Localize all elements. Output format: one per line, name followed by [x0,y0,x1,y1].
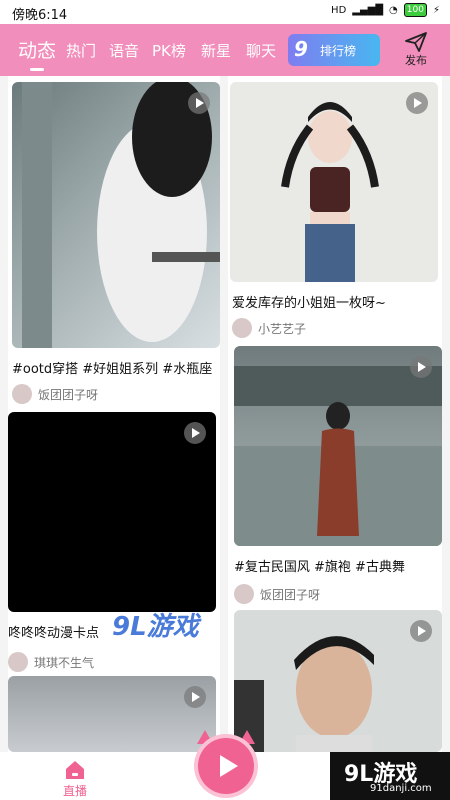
post-photo [22,82,220,348]
start-live-button[interactable] [198,738,254,794]
post-author[interactable]: 小艺艺子 [232,318,306,338]
watermark-corner: 9L游戏 91danji.com [330,752,450,800]
author-name: 饭团团子呀 [38,387,99,402]
watermark-title: 9L游戏 [112,612,199,642]
active-tab-indicator [30,68,44,71]
tab-hot[interactable]: 热门 [66,40,96,61]
post-thumbnail[interactable] [234,610,442,752]
publish-button[interactable]: 发布 [396,32,436,72]
post-caption: 爱发库存的小姐姐一枚呀~ [232,296,386,311]
author-name: 小艺艺子 [258,321,307,336]
watermark-corner-site: 91danji.com [370,783,432,794]
post-author[interactable]: 饭团团子呀 [234,584,320,604]
play-icon [184,422,206,444]
post-thumbnail[interactable] [8,412,216,612]
nav-live[interactable]: 直播 [58,760,92,799]
ranking-badge-label: 排行榜 [320,44,357,58]
tab-new-star[interactable]: 新星 [201,40,231,61]
charging-icon: ⚡ [432,4,440,16]
status-icons: HD ▂▄▆█ ◔ 100 ⚡ [331,3,440,17]
post-card[interactable] [228,606,442,752]
tab-voice[interactable]: 语音 [109,40,139,61]
post-thumbnail[interactable] [12,82,220,348]
network-label: HD [331,4,347,16]
post-thumbnail[interactable] [8,676,216,752]
post-thumbnail[interactable] [234,346,442,546]
avatar [234,584,254,604]
post-card[interactable]: 爱发库存的小姐姐一枚呀~ 小艺艺子 [228,76,442,340]
play-icon [188,92,210,114]
post-caption: #ootd穿搭 #好姐姐系列 #水瓶座 [12,362,213,377]
play-icon [184,686,206,708]
post-card[interactable]: #复古民国风 #旗袍 #古典舞 饭团团子呀 [228,340,442,606]
play-icon [410,620,432,642]
post-caption: 咚咚咚动漫卡点 [8,626,100,641]
ranking-badge[interactable]: 9 排行榜 [288,34,380,66]
avatar [12,384,32,404]
post-photo [281,102,379,282]
ranking-badge-number: 9 [294,37,308,61]
top-bar: 动态 热门 语音 PK榜 新星 聊天 9 排行榜 发布 [0,24,450,76]
post-photo [234,366,442,546]
post-card[interactable] [8,676,220,752]
send-icon [405,32,427,52]
tab-pk[interactable]: PK榜 [152,40,186,61]
play-icon [410,356,432,378]
status-time: 傍晚6:14 [12,8,68,23]
post-caption: #复古民国风 #旗袍 #古典舞 [234,560,405,575]
author-name: 饭团团子呀 [260,587,321,602]
post-thumbnail[interactable] [230,82,438,282]
post-author[interactable]: 琪琪不生气 [8,652,94,672]
feed[interactable]: #ootd穿搭 #好姐姐系列 #水瓶座 饭团团子呀 爱发库存的小姐姐一枚呀~ 小… [0,76,450,752]
signal-icon: ▂▄▆█ [352,4,384,16]
tab-dongtai[interactable]: 动态 [18,36,56,63]
post-author[interactable]: 饭团团子呀 [12,384,98,404]
wifi-icon: ◔ [389,4,398,16]
post-card[interactable]: #ootd穿搭 #好姐姐系列 #水瓶座 饭团团子呀 [8,76,220,406]
publish-label: 发布 [405,54,427,67]
nav-live-label: 直播 [62,784,87,798]
home-icon [66,761,84,779]
status-bar: 傍晚6:14 HD ▂▄▆█ ◔ 100 ⚡ [0,0,450,24]
avatar [8,652,28,672]
battery-icon: 100 [403,3,427,17]
avatar [232,318,252,338]
tab-chat[interactable]: 聊天 [246,40,276,61]
watermark-logo: 9L游戏 [112,606,199,643]
play-icon [406,92,428,114]
author-name: 琪琪不生气 [34,655,95,670]
